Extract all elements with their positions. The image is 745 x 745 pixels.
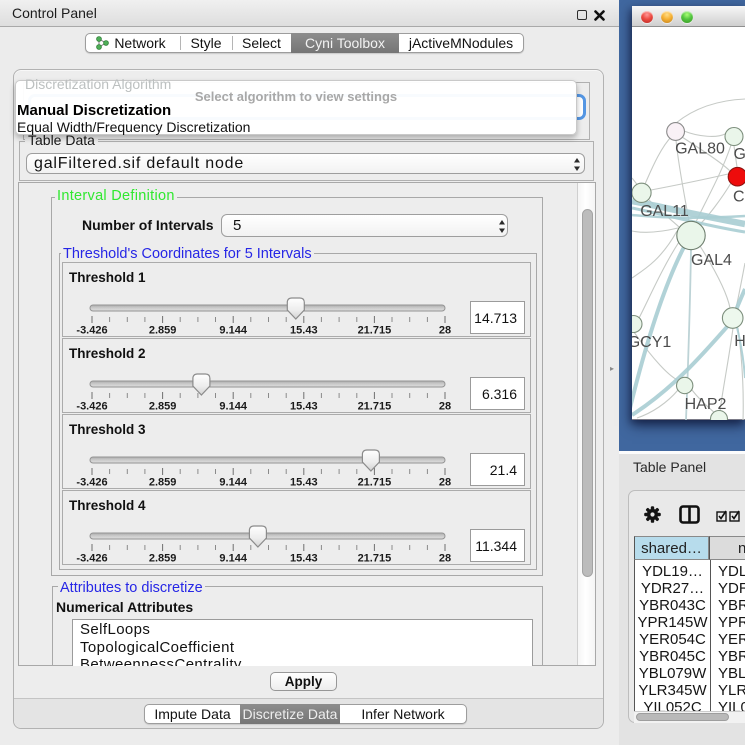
svg-text:2.859: 2.859 [149, 477, 177, 489]
svg-text:15.43: 15.43 [290, 401, 318, 413]
svg-text:GA: GA [734, 146, 745, 163]
svg-text:21.715: 21.715 [358, 325, 392, 337]
svg-text:28: 28 [439, 477, 451, 489]
svg-text:15.43: 15.43 [290, 325, 318, 337]
svg-text:-3.426: -3.426 [76, 401, 107, 413]
svg-text:CY: CY [733, 189, 745, 206]
svg-text:28: 28 [439, 325, 451, 337]
svg-text:9.144: 9.144 [219, 325, 247, 337]
svg-text:GAL4: GAL4 [691, 252, 732, 269]
svg-text:GAL11: GAL11 [640, 203, 689, 220]
svg-text:9.144: 9.144 [219, 401, 247, 413]
svg-text:2.859: 2.859 [149, 325, 177, 337]
svg-text:-3.426: -3.426 [76, 325, 107, 337]
svg-text:HAP2: HAP2 [685, 396, 727, 413]
svg-text:9.144: 9.144 [219, 553, 247, 565]
svg-text:28: 28 [439, 553, 451, 565]
svg-text:28: 28 [439, 401, 451, 413]
svg-text:21.715: 21.715 [358, 553, 392, 565]
svg-text:GCY1: GCY1 [632, 334, 671, 351]
svg-text:15.43: 15.43 [290, 477, 318, 489]
svg-text:H: H [734, 333, 745, 350]
svg-text:2.859: 2.859 [149, 553, 177, 565]
svg-text:-3.426: -3.426 [76, 553, 107, 565]
svg-text:15.43: 15.43 [290, 553, 318, 565]
svg-text:21.715: 21.715 [358, 401, 392, 413]
svg-text:2.859: 2.859 [149, 401, 177, 413]
svg-text:9.144: 9.144 [219, 477, 247, 489]
svg-text:GAL80: GAL80 [675, 141, 725, 158]
svg-text:-3.426: -3.426 [76, 477, 107, 489]
svg-text:21.715: 21.715 [358, 477, 392, 489]
